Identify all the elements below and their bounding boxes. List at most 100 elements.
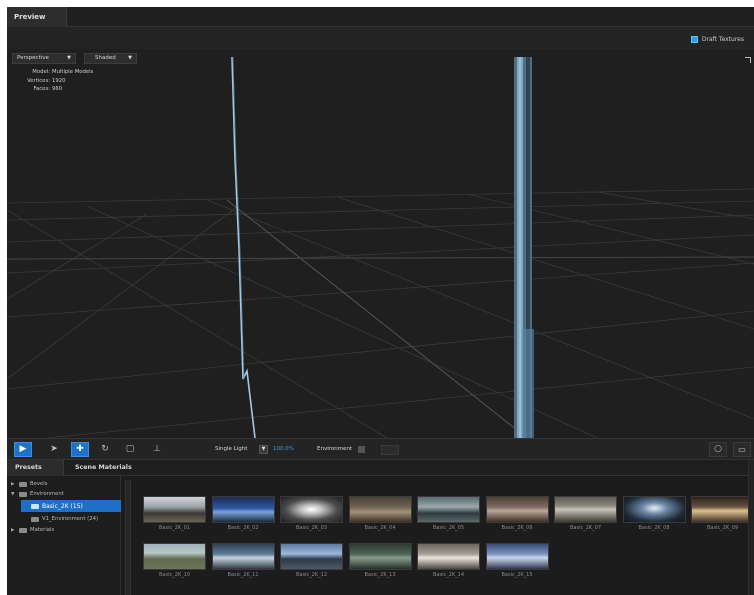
info-row-vertices: Vertices: 1920 — [12, 77, 93, 86]
environment-label: Environment — [317, 446, 353, 452]
environment-thumbnail[interactable]: Basic_2K_03 — [280, 496, 343, 534]
frame-icon: ▢ — [125, 444, 135, 454]
ground-grid — [7, 56, 754, 438]
chevron-down-icon: ▼ — [67, 55, 71, 61]
thumbnail-preview — [485, 496, 549, 523]
axis-tool-button[interactable]: ⊥ — [148, 442, 166, 457]
thumbnail-preview — [348, 496, 412, 523]
thumbnail-preview — [280, 496, 343, 523]
info-key: Model: — [32, 69, 50, 75]
environment-thumbnail[interactable]: Basic_2K_10 — [143, 543, 206, 581]
tree-item-bevels[interactable]: ▶ Bevels — [11, 479, 119, 489]
light-mode-dropdown[interactable]: ▼ — [259, 445, 268, 454]
thumbnail-label: Basic_2K_01 — [158, 525, 191, 531]
camera-icon: ▶ — [19, 444, 27, 454]
expand-arrow-icon[interactable]: ▶ — [11, 482, 16, 487]
move-tool-button[interactable]: ✚ — [71, 442, 89, 457]
environment-thumbnail[interactable]: Basic_2K_01 — [143, 496, 206, 534]
environment-thumbnail[interactable]: Basic_2K_02 — [211, 496, 275, 534]
rotate-icon: ↻ — [101, 444, 109, 454]
thumbnail-label: Basic_2K_12 — [295, 572, 328, 578]
settings-button[interactable]: ○ — [709, 442, 727, 457]
info-value: 1920 — [52, 77, 66, 84]
thumbnail-preview — [143, 496, 206, 523]
tab-bar: Preview — [7, 7, 754, 27]
info-row-model: Model: Multiple Models — [12, 68, 93, 77]
folder-icon — [19, 481, 27, 487]
light-mode-label: Single Light — [215, 446, 248, 452]
thumbnail-label: Basic_2K_08 — [638, 525, 670, 531]
info-key: Faces: — [33, 86, 50, 92]
axis-icon: ⊥ — [153, 444, 161, 454]
environment-thumbnail[interactable]: Basic_2K_06 — [485, 496, 549, 534]
frame-tool-button[interactable]: ▢ — [121, 442, 139, 457]
thumbnail-preview — [143, 543, 206, 570]
shading-mode-value: Shaded — [95, 55, 116, 61]
folder-icon — [31, 503, 39, 509]
thumbnail-label: Basic_2K_13 — [364, 572, 396, 578]
thumbnail-label: Basic_2K_04 — [364, 525, 396, 531]
environment-thumbnail[interactable]: Basic_2K_04 — [348, 496, 412, 534]
thumbnail-preview — [348, 543, 412, 570]
environment-thumbnail[interactable]: Basic_2K_14 — [417, 543, 480, 581]
tree-item-v1-environment[interactable]: V1_Environment (24) — [31, 514, 121, 524]
environment-thumbnail[interactable]: Basic_2K_13 — [348, 543, 412, 581]
thumbnail-preview — [211, 543, 275, 570]
thumbnail-preview — [622, 496, 686, 523]
chevron-down-icon: ▼ — [128, 55, 132, 61]
panel-splitter[interactable] — [125, 480, 131, 595]
environment-thumbnail[interactable]: Basic_2K_08 — [622, 496, 686, 534]
camera-tool-button[interactable]: ▶ — [14, 442, 32, 457]
environment-thumbnail[interactable]: Basic_2K_05 — [417, 496, 480, 534]
environment-thumbnail[interactable]: Basic_2K_12 — [280, 543, 343, 581]
draft-textures-label: Draft Textures — [701, 35, 744, 43]
thumbnail-label: Basic_2K_03 — [295, 525, 328, 531]
tab-preview[interactable]: Preview — [7, 7, 67, 27]
collapse-arrow-icon[interactable]: ▼ — [11, 492, 16, 497]
thumbnail-label: Basic_2K_10 — [158, 572, 191, 578]
environment-thumbnail[interactable]: Basic_2K_15 — [485, 543, 549, 581]
draft-textures-toggle[interactable]: Draft Textures — [690, 34, 744, 44]
vertical-scrollbar[interactable] — [748, 460, 754, 595]
tab-scene-materials[interactable]: Scene Materials — [67, 460, 151, 476]
thumbnail-label: Basic_2K_15 — [501, 572, 533, 578]
environment-thumbnail[interactable]: Basic_2K_11 — [211, 543, 275, 581]
rotate-tool-button[interactable]: ↻ — [96, 442, 114, 457]
maximize-icon[interactable] — [745, 57, 751, 63]
thumbnail-label: Basic_2K_05 — [432, 525, 465, 531]
tree-item-basic-2k[interactable]: Basic_2K (15) — [21, 500, 121, 512]
expand-arrow-icon[interactable]: ▶ — [11, 528, 16, 533]
thumbnail-label: Basic_2K_11 — [227, 572, 259, 578]
tree-item-label: Environment — [30, 491, 64, 497]
camera-mode-dropdown[interactable]: Perspective ▼ — [12, 53, 76, 64]
info-key: Vertices: — [27, 77, 50, 84]
move-icon: ✚ — [76, 444, 84, 454]
environment-swatch[interactable] — [381, 445, 399, 455]
presets-panel: Presets Scene Materials ▶ Bevels ▼ Envir… — [7, 460, 754, 595]
viewport-header: Draft Textures — [7, 27, 754, 49]
tree-item-environment[interactable]: ▼ Environment — [11, 489, 119, 499]
environment-toggle[interactable] — [358, 446, 365, 453]
tab-presets[interactable]: Presets — [7, 460, 64, 476]
tree-item-label: V1_Environment (24) — [42, 516, 99, 522]
camera-mode-value: Perspective — [17, 55, 49, 61]
tree-item-materials[interactable]: ▶ Materials — [11, 525, 119, 535]
panel-tabs: Presets Scene Materials — [7, 460, 754, 476]
thumbnail-label: Basic_2K_07 — [569, 525, 602, 531]
monitor-icon: ▭ — [738, 445, 746, 454]
circle-icon: ○ — [714, 444, 722, 454]
environment-thumbnail[interactable]: Basic_2K_09 — [691, 496, 754, 534]
info-value: 960 — [52, 86, 63, 92]
viewport-toolbar: ▶ ➤ ✚ ↻ ▢ ⊥ Single Light ▼ 100.0% Enviro… — [7, 438, 754, 460]
shading-mode-dropdown[interactable]: Shaded ▼ — [84, 53, 137, 64]
thumbnail-preview — [691, 496, 754, 523]
3d-viewport[interactable]: Perspective ▼ Shaded ▼ Model: Multiple M… — [7, 49, 754, 438]
screenshot-button[interactable]: ▭ — [733, 442, 751, 457]
select-arrow-icon: ➤ — [50, 444, 58, 454]
tree-item-label: Basic_2K (15) — [42, 502, 83, 510]
light-percent[interactable]: 100.0% — [273, 446, 294, 452]
select-tool-button[interactable]: ➤ — [45, 442, 63, 457]
environment-thumbnail[interactable]: Basic_2K_07 — [554, 496, 617, 534]
tree-item-label: Bevels — [30, 481, 48, 487]
draft-textures-checkbox[interactable] — [690, 35, 698, 43]
